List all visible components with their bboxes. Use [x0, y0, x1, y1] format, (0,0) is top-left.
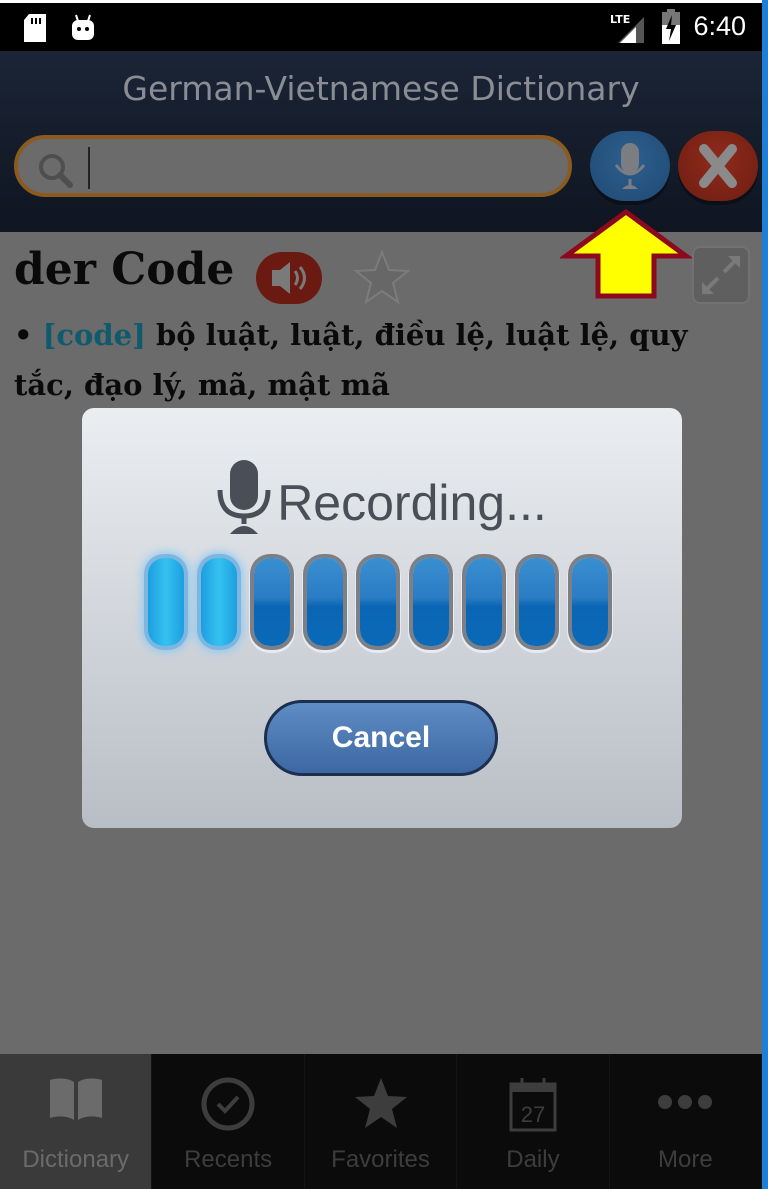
level-bar-inactive [307, 558, 343, 646]
battery-charging-icon [660, 9, 682, 49]
level-bar-active [201, 558, 237, 646]
tab-label: Recents [184, 1146, 273, 1173]
pronounce-button[interactable] [256, 252, 322, 304]
microphone-icon [614, 143, 646, 189]
level-bar-inactive [466, 558, 502, 646]
headword: der Code [14, 244, 235, 295]
word-class-tag[interactable]: [code] [43, 318, 146, 352]
level-bar-active [148, 558, 184, 646]
tab-dictionary[interactable]: Dictionary [0, 1054, 153, 1189]
cancel-button[interactable]: Cancel [264, 700, 498, 776]
tab-favorites[interactable]: Favorites [305, 1054, 458, 1189]
lte-signal-icon: LTE [610, 11, 646, 49]
close-icon [699, 144, 737, 188]
recording-label: Recording... [277, 475, 547, 531]
audio-level-meter [148, 558, 618, 652]
sd-card-icon [22, 13, 48, 47]
star-icon [353, 249, 411, 305]
expand-icon [702, 256, 740, 294]
search-input[interactable] [94, 145, 558, 191]
app-title: German-Vietnamese Dictionary [122, 69, 640, 108]
microphone-icon [217, 460, 271, 546]
tab-label: Dictionary [22, 1146, 130, 1173]
svg-text:LTE: LTE [610, 13, 630, 26]
expand-button[interactable] [692, 246, 750, 304]
book-icon [46, 1076, 106, 1126]
definition: • [code] bộ luật, luật, điều lệ, luật lệ… [14, 310, 749, 410]
microphone-button[interactable] [590, 131, 670, 201]
tab-daily[interactable]: 27 Daily [457, 1054, 610, 1189]
level-bar-inactive [360, 558, 396, 646]
check-circle-icon [200, 1076, 256, 1136]
calendar-icon: 27 [508, 1076, 558, 1136]
level-bar-inactive [254, 558, 290, 646]
recording-title: Recording... [82, 460, 682, 546]
bullet: • [14, 318, 33, 352]
frame-border [762, 0, 768, 1189]
level-bar-inactive [572, 558, 608, 646]
text-caret [88, 147, 90, 189]
bottom-tab-bar: Dictionary Recents Favorites 27 Daily Mo… [0, 1054, 763, 1189]
tab-more[interactable]: More [610, 1054, 763, 1189]
favorite-star-button[interactable] [352, 249, 412, 310]
speaker-icon [272, 262, 306, 294]
level-bar-inactive [413, 558, 449, 646]
android-icon [70, 13, 96, 47]
search-field[interactable] [14, 135, 572, 197]
status-bar: LTE 6:40 [0, 3, 762, 51]
level-bar-inactive [519, 558, 555, 646]
clear-button[interactable] [678, 131, 758, 201]
tab-label: Favorites [331, 1146, 430, 1173]
annotation-arrow [558, 208, 694, 304]
svg-text:27: 27 [521, 1102, 545, 1127]
tab-label: Daily [506, 1146, 560, 1173]
tab-label: More [657, 1146, 713, 1173]
search-icon [36, 151, 76, 195]
frame-top [0, 0, 768, 3]
recording-dialog: Recording... Cancel [82, 408, 682, 828]
star-icon [353, 1076, 409, 1136]
app-header: German-Vietnamese Dictionary [0, 51, 762, 232]
more-icon [655, 1092, 715, 1116]
clock: 6:40 [693, 11, 746, 41]
tab-recents[interactable]: Recents [152, 1054, 305, 1189]
